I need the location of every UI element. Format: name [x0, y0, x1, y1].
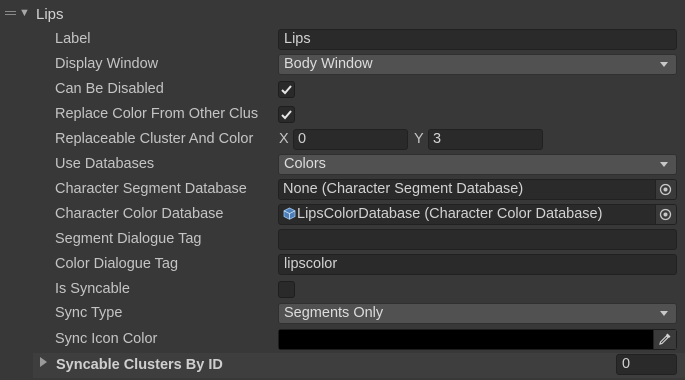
use-databases-value: Colors — [284, 156, 326, 172]
use-databases-dropdown[interactable]: Colors — [278, 154, 677, 175]
sync-type-row: Sync Type Segments Only — [0, 302, 685, 327]
replaceable-cluster-row: Replaceable Cluster And Color X 0 Y 3 — [0, 128, 685, 153]
color-database-label: Character Color Database — [55, 206, 224, 222]
sync-icon-color-label: Sync Icon Color — [55, 331, 158, 347]
sync-type-dropdown[interactable]: Segments Only — [278, 303, 677, 324]
can-be-disabled-label: Can Be Disabled — [55, 81, 164, 97]
x-input[interactable]: 0 — [293, 129, 408, 150]
label-input[interactable]: Lips — [278, 29, 677, 50]
color-database-row: Character Color Database LipsColorDataba… — [0, 203, 685, 228]
sync-icon-color-field[interactable] — [278, 329, 677, 350]
display-window-dropdown[interactable]: Body Window — [278, 54, 677, 75]
color-dialogue-tag-row: Color Dialogue Tag lipscolor — [0, 253, 685, 278]
scriptable-object-icon — [283, 207, 296, 220]
replace-color-row: Replace Color From Other Clus — [0, 103, 685, 128]
drag-handle-icon[interactable] — [5, 11, 16, 18]
is-syncable-checkbox[interactable] — [278, 281, 295, 298]
segment-database-value: None (Character Segment Database) — [283, 181, 524, 197]
segment-database-label: Character Segment Database — [55, 181, 247, 197]
display-window-value: Body Window — [284, 56, 373, 72]
use-databases-label: Use Databases — [55, 156, 155, 172]
color-swatch[interactable] — [279, 330, 654, 349]
can-be-disabled-checkbox[interactable] — [278, 81, 295, 98]
sync-icon-color-row: Sync Icon Color — [0, 328, 685, 353]
x-label: X — [279, 131, 289, 147]
replace-color-label: Replace Color From Other Clus — [55, 106, 259, 122]
chevron-down-icon — [660, 162, 668, 167]
eyedropper-icon[interactable] — [653, 330, 676, 349]
label-label: Label — [55, 31, 91, 47]
chevron-down-icon — [660, 62, 668, 67]
replaceable-cluster-label: Replaceable Cluster And Color — [55, 131, 254, 147]
segment-dialogue-tag-label: Segment Dialogue Tag — [55, 231, 202, 247]
checkmark-icon — [281, 85, 292, 95]
checkmark-icon — [281, 110, 292, 120]
is-syncable-row: Is Syncable — [0, 278, 685, 303]
color-database-value: LipsColorDatabase (Character Color Datab… — [297, 206, 603, 222]
color-database-field[interactable]: LipsColorDatabase (Character Color Datab… — [278, 204, 677, 225]
triangle-right-icon[interactable] — [40, 357, 47, 367]
chevron-down-icon — [660, 311, 668, 316]
section-title: Lips — [36, 6, 64, 23]
can-be-disabled-row: Can Be Disabled — [0, 78, 685, 103]
color-dialogue-tag-input[interactable]: lipscolor — [278, 254, 677, 275]
display-window-row: Display Window Body Window — [0, 53, 685, 78]
syncable-clusters-title: Syncable Clusters By ID — [56, 357, 223, 373]
segment-dialogue-tag-row: Segment Dialogue Tag — [0, 228, 685, 253]
color-dialogue-tag-label: Color Dialogue Tag — [55, 256, 179, 272]
triangle-down-icon[interactable]: ▼ — [19, 7, 30, 19]
syncable-clusters-count-input[interactable]: 0 — [616, 354, 677, 375]
object-picker-icon[interactable] — [655, 205, 676, 224]
label-row: Label Lips — [0, 28, 685, 53]
sync-type-value: Segments Only — [284, 305, 384, 321]
inspector-panel: ▼ Lips Label Lips Display Window Body Wi… — [0, 0, 685, 380]
object-picker-icon[interactable] — [655, 180, 676, 199]
replace-color-checkbox[interactable] — [278, 106, 295, 123]
is-syncable-label: Is Syncable — [55, 281, 130, 297]
syncable-clusters-foldout[interactable]: Syncable Clusters By ID 0 — [0, 353, 685, 378]
segment-database-row: Character Segment Database None (Charact… — [0, 178, 685, 203]
y-label: Y — [414, 131, 424, 147]
y-input[interactable]: 3 — [428, 129, 543, 150]
use-databases-row: Use Databases Colors — [0, 153, 685, 178]
segment-database-field[interactable]: None (Character Segment Database) — [278, 179, 677, 200]
display-window-label: Display Window — [55, 56, 159, 72]
sync-type-label: Sync Type — [55, 305, 123, 321]
segment-dialogue-tag-input[interactable] — [278, 229, 677, 250]
lips-section-header[interactable]: ▼ Lips — [0, 3, 685, 27]
